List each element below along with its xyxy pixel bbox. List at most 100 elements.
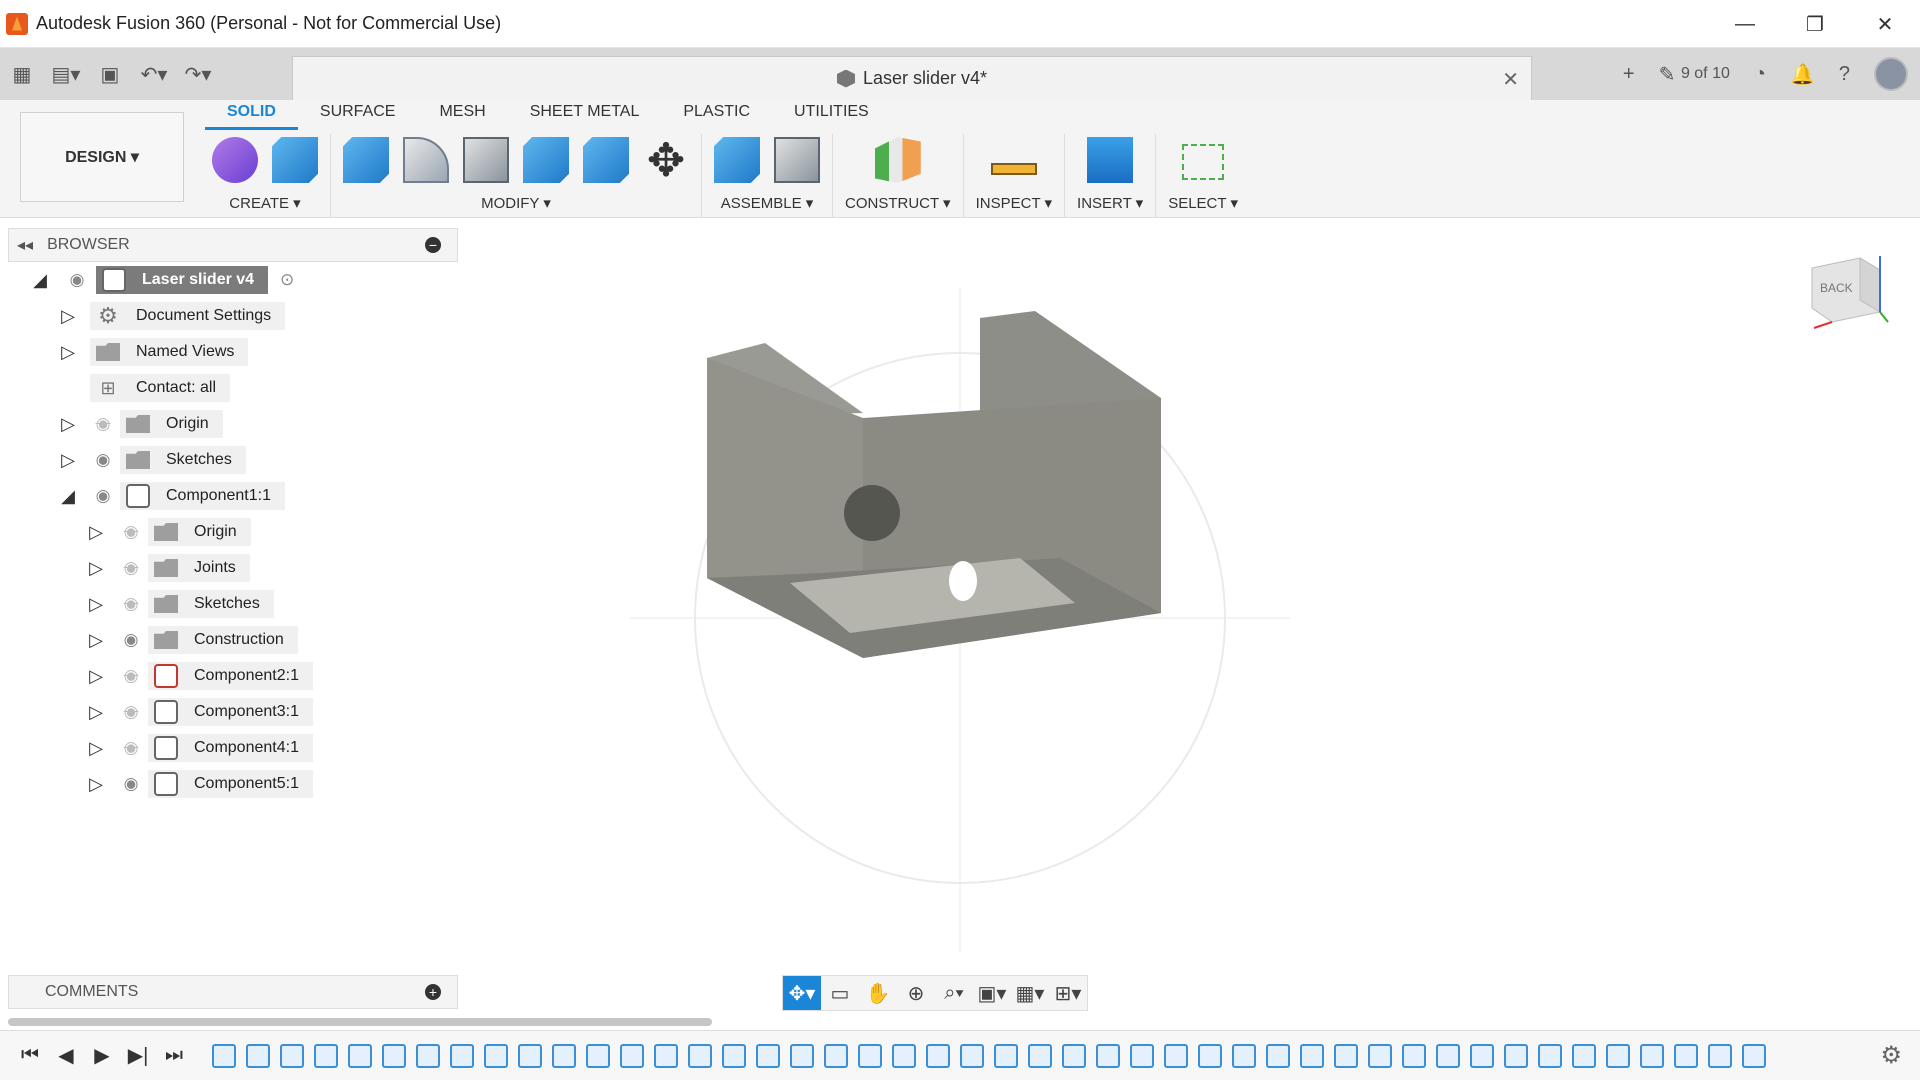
component3-node[interactable]: Component3:1 [148, 698, 313, 726]
save-icon[interactable]: ▣ [88, 48, 132, 100]
activate-radio-icon[interactable]: ⊙ [274, 270, 300, 290]
document-settings-node[interactable]: ⚙ Document Settings [90, 302, 286, 330]
component1-node[interactable]: Component1:1 [120, 482, 285, 510]
collapsed-triangle-icon[interactable]: ▷ [58, 414, 78, 434]
tab-plastic[interactable]: PLASTIC [661, 100, 772, 130]
viewports-icon[interactable]: ⊞▾ [1049, 976, 1087, 1010]
timeline-feature-icon[interactable] [1232, 1043, 1256, 1068]
timeline-feature-icon[interactable] [654, 1043, 678, 1068]
collapsed-triangle-icon[interactable]: ▷ [86, 594, 106, 614]
collapsed-triangle-icon[interactable]: ▷ [86, 522, 106, 542]
contact-node[interactable]: ⊞ Contact: all [90, 374, 231, 402]
tree-root[interactable]: ◢ ◉ Laser slider v4 ⊙ [30, 264, 300, 296]
hidden-eye-icon[interactable]: ◉ [118, 702, 144, 722]
c1-joints-node[interactable]: Joints [148, 554, 250, 582]
collapsed-triangle-icon[interactable]: ▷ [58, 342, 78, 362]
timeline-feature-icon[interactable] [212, 1043, 236, 1068]
close-button[interactable]: ✕ [1850, 0, 1920, 48]
component4-node[interactable]: Component4:1 [148, 734, 313, 762]
apps-grid-icon[interactable]: ▦ [0, 48, 44, 100]
measure-icon[interactable] [990, 162, 1037, 175]
notifications-icon[interactable]: 🔔 [1778, 48, 1827, 100]
collapsed-triangle-icon[interactable]: ▷ [86, 666, 106, 686]
hidden-eye-icon[interactable]: ◉ [118, 558, 144, 578]
profile[interactable] [1862, 48, 1920, 100]
timeline-feature-icon[interactable] [1606, 1043, 1630, 1068]
timeline-feature-icon[interactable] [756, 1043, 780, 1068]
timeline-feature-icon[interactable] [1334, 1043, 1358, 1068]
visibility-eye-icon[interactable]: ◉ [118, 630, 144, 650]
root-node[interactable]: Laser slider v4 [96, 266, 269, 294]
timeline-feature-icon[interactable] [348, 1043, 372, 1068]
collapsed-triangle-icon[interactable]: ▷ [86, 702, 106, 722]
add-comment-icon[interactable]: + [425, 984, 441, 1000]
3d-viewport[interactable] [460, 218, 1920, 1018]
timeline-feature-icon[interactable] [552, 1043, 576, 1068]
press-pull-icon[interactable] [343, 137, 389, 183]
tree-item-component3[interactable]: ▷ ◉ Component3:1 [86, 696, 313, 728]
tree-item-c1-sketches[interactable]: ▷ ◉ Sketches [86, 588, 274, 620]
sketches-node[interactable]: Sketches [120, 446, 246, 474]
component5-node[interactable]: Component5:1 [148, 770, 313, 798]
timeline-feature-icon[interactable] [688, 1043, 712, 1068]
timeline-feature-icon[interactable] [790, 1043, 814, 1068]
visibility-eye-icon[interactable]: ◉ [118, 774, 144, 794]
view-cube[interactable]: BACK [1804, 250, 1890, 330]
orbit-icon[interactable]: ✥▾ [783, 976, 821, 1010]
timeline-feature-icon[interactable] [1674, 1043, 1698, 1068]
joint-icon[interactable] [774, 137, 820, 183]
timeline-feature-icon[interactable] [1742, 1043, 1766, 1068]
tree-item-component2[interactable]: ▷ ◉ Component2:1 [86, 660, 313, 692]
timeline-feature-icon[interactable] [416, 1043, 440, 1068]
tree-item-sketches[interactable]: ▷ ◉ Sketches [58, 444, 246, 476]
timeline-feature-icon[interactable] [1572, 1043, 1596, 1068]
timeline-feature-icon[interactable] [892, 1043, 916, 1068]
tree-item-origin[interactable]: ▷ ◉ Origin [58, 408, 223, 440]
timeline-feature-icon[interactable] [382, 1043, 406, 1068]
c1-sketches-node[interactable]: Sketches [148, 590, 274, 618]
timeline-feature-icon[interactable] [994, 1043, 1018, 1068]
tree-item-c1-construction[interactable]: ▷ ◉ Construction [86, 624, 298, 656]
hidden-eye-icon[interactable]: ◉ [118, 738, 144, 758]
timeline-feature-icon[interactable] [1368, 1043, 1392, 1068]
pan-icon[interactable]: ✋ [859, 976, 897, 1010]
timeline-feature-icon[interactable] [620, 1043, 644, 1068]
help-icon[interactable]: ? [1827, 48, 1862, 100]
offset-plane-icon[interactable] [874, 137, 921, 183]
collapsed-triangle-icon[interactable]: ▷ [86, 738, 106, 758]
window-select-icon[interactable] [1182, 144, 1225, 180]
redo-icon[interactable]: ↷▾ [176, 48, 220, 100]
named-views-node[interactable]: Named Views [90, 338, 249, 366]
timeline-feature-icon[interactable] [1538, 1043, 1562, 1068]
expanded-triangle-icon[interactable]: ◢ [30, 270, 50, 290]
combine-icon[interactable] [523, 137, 569, 183]
file-menu-icon[interactable]: ▤▾ [44, 48, 88, 100]
timeline-feature-icon[interactable] [1640, 1043, 1664, 1068]
timeline-feature-icon[interactable] [450, 1043, 474, 1068]
tab-sheet-metal[interactable]: SHEET METAL [508, 100, 662, 130]
tree-item-c1-origin[interactable]: ▷ ◉ Origin [86, 516, 251, 548]
close-document-icon[interactable]: ✕ [1502, 67, 1519, 92]
restore-button[interactable]: ❐ [1780, 0, 1850, 48]
timeline-feature-icon[interactable] [1198, 1043, 1222, 1068]
timeline-feature-icon[interactable] [960, 1043, 984, 1068]
view-cube-graphic[interactable]: BACK [1804, 250, 1890, 330]
tab-utilities[interactable]: UTILITIES [772, 100, 891, 130]
display-settings-icon[interactable]: ▣▾ [973, 976, 1011, 1010]
play-icon[interactable]: ▶ [84, 1036, 120, 1076]
tree-item-component4[interactable]: ▷ ◉ Component4:1 [86, 732, 313, 764]
collapsed-triangle-icon[interactable]: ▷ [86, 774, 106, 794]
go-to-end-icon[interactable]: ⏭ [156, 1036, 192, 1076]
document-tab[interactable]: Laser slider v4* ✕ [292, 56, 1532, 100]
step-forward-icon[interactable]: ▶| [120, 1036, 156, 1076]
go-to-start-icon[interactable]: ⏮ [12, 1036, 48, 1076]
select-menu[interactable]: SELECT ▾ [1168, 194, 1238, 212]
hidden-eye-icon[interactable]: ◉ [118, 666, 144, 686]
collapsed-triangle-icon[interactable]: ▷ [86, 558, 106, 578]
job-status-icon[interactable]: ◔ [1742, 48, 1778, 100]
tab-mesh[interactable]: MESH [417, 100, 507, 130]
timeline-settings-icon[interactable]: ⚙ [1880, 1041, 1902, 1070]
insert-image-icon[interactable] [1087, 137, 1134, 183]
assemble-menu[interactable]: ASSEMBLE ▾ [721, 194, 814, 212]
timeline-feature-icon[interactable] [1470, 1043, 1494, 1068]
